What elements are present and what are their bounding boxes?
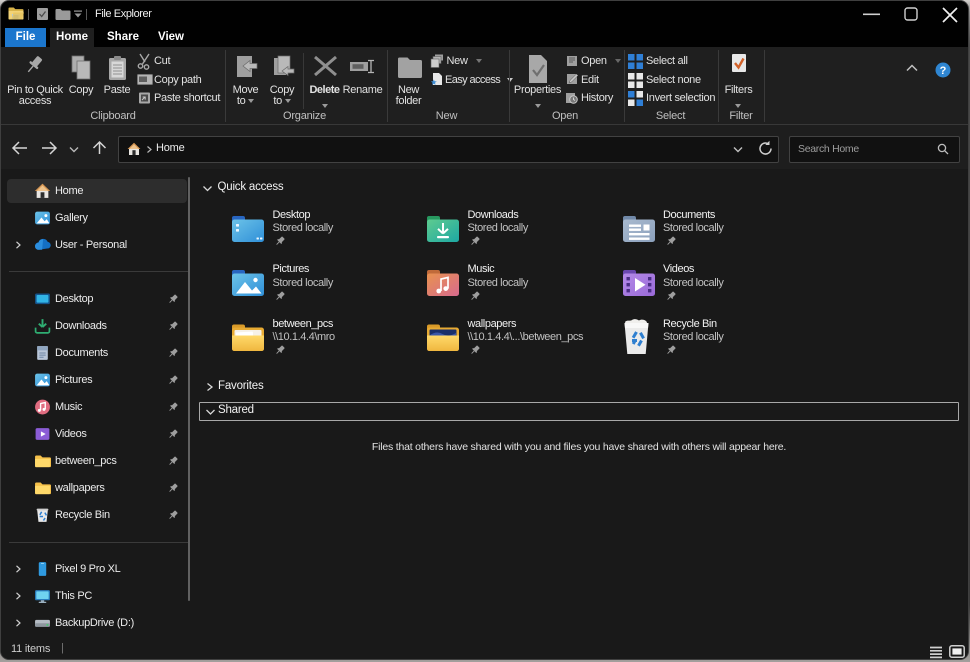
svg-text:?: ? — [940, 65, 947, 77]
